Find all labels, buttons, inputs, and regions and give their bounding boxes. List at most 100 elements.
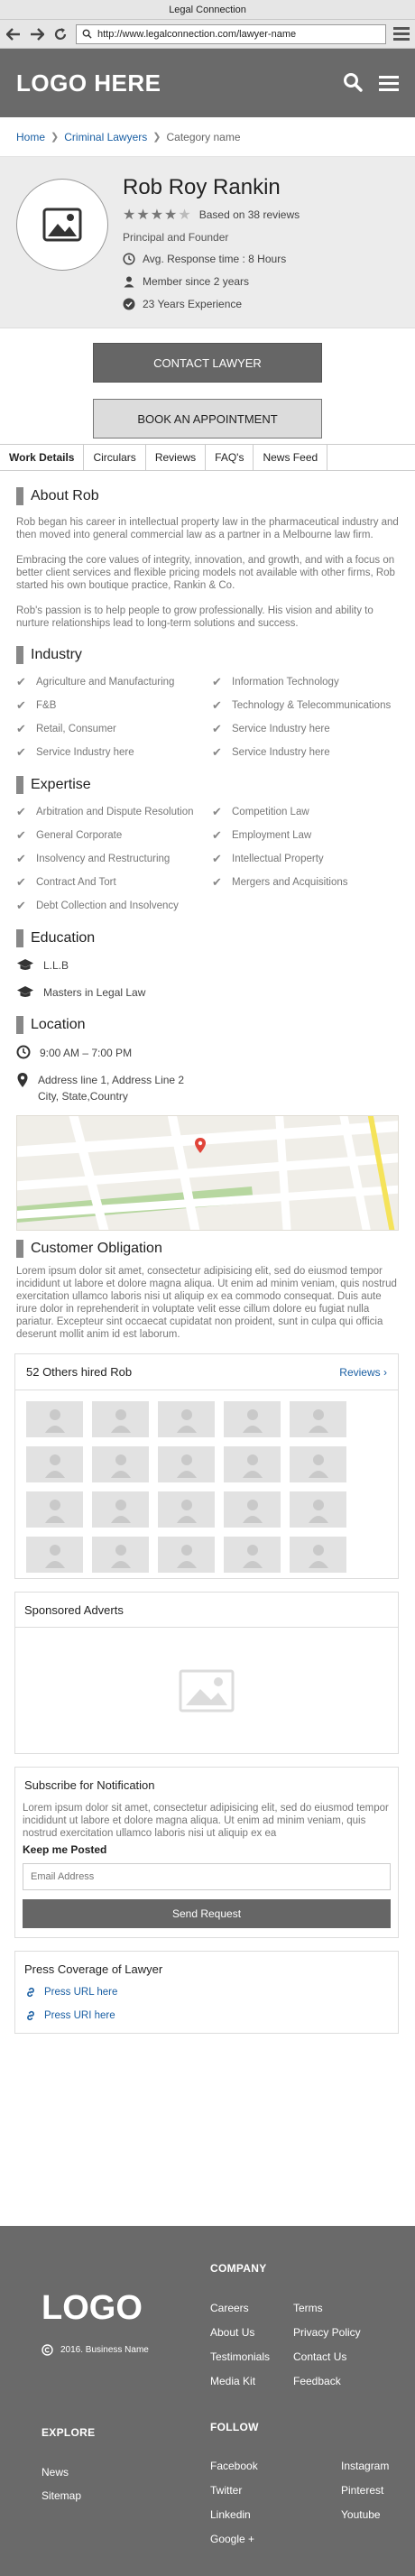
client-avatar[interactable] [224, 1491, 281, 1528]
tab-reviews[interactable]: Reviews [146, 445, 207, 470]
footer-link[interactable]: Media Kit [210, 2375, 255, 2387]
location-section: Location 9:00 AM – 7:00 PM Address line … [0, 1016, 415, 1231]
tab-faqs[interactable]: FAQ's [206, 445, 254, 470]
client-avatar[interactable] [26, 1446, 83, 1482]
link-icon [27, 1987, 34, 1998]
address-bar[interactable]: http://www.legalconnection.com/lawyer-na… [76, 23, 386, 44]
client-avatar[interactable] [92, 1401, 149, 1437]
book-appointment-button[interactable]: BOOK AN APPOINTMENT [93, 399, 322, 439]
hired-count: 52 Others hired Rob [26, 1365, 133, 1379]
search-icon[interactable] [343, 72, 363, 95]
breadcrumb-home[interactable]: Home [16, 131, 45, 143]
footer-link[interactable]: Careers [210, 2302, 249, 2314]
user-icon [176, 1454, 197, 1478]
footer-link[interactable]: Testimonials [210, 2350, 270, 2363]
send-request-button[interactable]: Send Request [23, 1899, 391, 1928]
site-logo[interactable]: LOGO HERE [16, 69, 161, 97]
social-link[interactable]: Facebook [210, 2460, 258, 2472]
profile-avatar [16, 179, 108, 271]
footer-link[interactable]: Contact Us [293, 2350, 346, 2363]
client-avatar[interactable] [290, 1491, 346, 1528]
advert-slot[interactable] [15, 1627, 398, 1753]
breadcrumb-category[interactable]: Criminal Lawyers [64, 131, 147, 143]
press-link[interactable]: Press URL here [15, 1986, 398, 1999]
expertise-item: ✔ Intellectual Property [212, 852, 324, 865]
expertise-item: ✔ Insolvency and Restructuring [16, 852, 171, 865]
client-avatar[interactable] [158, 1537, 215, 1573]
copyright-icon [42, 2344, 53, 2356]
footer-link[interactable]: About Us [210, 2326, 254, 2339]
check-circle-icon [123, 298, 135, 310]
reviews-link[interactable]: Reviews › [339, 1366, 387, 1379]
expertise-section: Expertise ✔ Arbitration and Dispute Resol… [0, 776, 415, 913]
client-avatar[interactable] [26, 1401, 83, 1437]
client-avatar[interactable] [224, 1446, 281, 1482]
about-paragraph: Rob's passion is to help people to grow … [16, 605, 374, 629]
checkmark-icon: ✔ [16, 875, 26, 889]
browser-menu-icon[interactable] [393, 27, 410, 41]
reload-icon[interactable] [52, 26, 69, 42]
client-avatar[interactable] [92, 1446, 149, 1482]
checkmark-icon: ✔ [16, 722, 26, 735]
tab-work-details[interactable]: Work Details [0, 445, 85, 470]
menu-icon[interactable] [379, 75, 399, 91]
industry-section: Industry ✔ Agriculture and Manufacturing … [0, 646, 415, 760]
social-link[interactable]: Google + [210, 2533, 254, 2545]
about-title: About Rob [31, 488, 99, 503]
client-avatar[interactable] [158, 1446, 215, 1482]
client-avatar[interactable] [224, 1401, 281, 1437]
user-icon [176, 1545, 197, 1568]
footer-link[interactable]: Terms [293, 2302, 323, 2314]
social-link[interactable]: Instagram [341, 2460, 389, 2472]
client-avatar[interactable] [158, 1491, 215, 1528]
footer-logo[interactable]: LOGO [42, 2289, 143, 2328]
expertise-item: ✔ Mergers and Acquisitions [212, 875, 348, 889]
email-field[interactable] [23, 1863, 391, 1890]
footer-link[interactable]: Feedback [293, 2375, 341, 2387]
graduation-cap-icon [17, 959, 33, 970]
client-avatar[interactable] [26, 1537, 83, 1573]
user-icon [110, 1545, 131, 1568]
client-avatar[interactable] [290, 1537, 346, 1573]
client-avatar[interactable] [224, 1537, 281, 1573]
social-link[interactable]: Twitter [210, 2484, 242, 2497]
client-avatar[interactable] [290, 1446, 346, 1482]
about-section: About Rob Rob began his career in intell… [0, 487, 415, 630]
sponsored-adverts: Sponsored Adverts [14, 1592, 399, 1754]
industry-item: ✔ Service Industry here [212, 722, 330, 735]
press-title: Press Coverage of Lawyer [24, 1962, 163, 1976]
subscribe-panel: Subscribe for Notification Lorem ipsum d… [14, 1767, 399, 1938]
location-map[interactable] [16, 1115, 399, 1231]
window-title: Legal Connection [169, 5, 246, 15]
expertise-item: ✔ Debt Collection and Insolvency [16, 899, 179, 912]
user-icon [308, 1500, 328, 1523]
sponsored-title: Sponsored Adverts [24, 1602, 124, 1617]
action-buttons: CONTACT LAWYER BOOK AN APPOINTMENT [0, 328, 415, 444]
about-paragraph: Rob began his career in intellectual pro… [16, 517, 399, 540]
footer-link[interactable]: News [42, 2466, 69, 2479]
back-arrow-icon[interactable] [5, 26, 22, 42]
client-avatar[interactable] [92, 1537, 149, 1573]
client-avatar[interactable] [290, 1401, 346, 1437]
client-avatar[interactable] [26, 1491, 83, 1528]
forward-arrow-icon[interactable] [29, 26, 45, 42]
social-link[interactable]: Youtube [341, 2508, 381, 2521]
social-link[interactable]: Linkedin [210, 2508, 251, 2521]
industry-item: ✔ F&B [16, 698, 57, 712]
tab-circulars[interactable]: Circulars [84, 445, 146, 470]
footer-link[interactable]: Privacy Policy [293, 2326, 361, 2339]
contact-lawyer-button[interactable]: CONTACT LAWYER [93, 343, 322, 383]
client-avatar[interactable] [158, 1401, 215, 1437]
user-icon [44, 1545, 65, 1568]
footer-link[interactable]: Sitemap [42, 2489, 81, 2502]
response-time: Avg. Response time : 8 Hours [123, 253, 300, 265]
social-link[interactable]: Pinterest [341, 2484, 383, 2497]
press-panel: Press Coverage of Lawyer Press URL here … [14, 1951, 399, 2034]
reviews-count[interactable]: Based on 38 reviews [199, 208, 300, 221]
site-header: LOGO HERE [0, 49, 415, 117]
tab-news-feed[interactable]: News Feed [254, 445, 328, 470]
client-avatar[interactable] [92, 1491, 149, 1528]
office-hours: 9:00 AM – 7:00 PM [16, 1045, 399, 1061]
press-link[interactable]: Press URI here [15, 2009, 398, 2022]
member-since-text: Member since 2 years [143, 275, 250, 288]
